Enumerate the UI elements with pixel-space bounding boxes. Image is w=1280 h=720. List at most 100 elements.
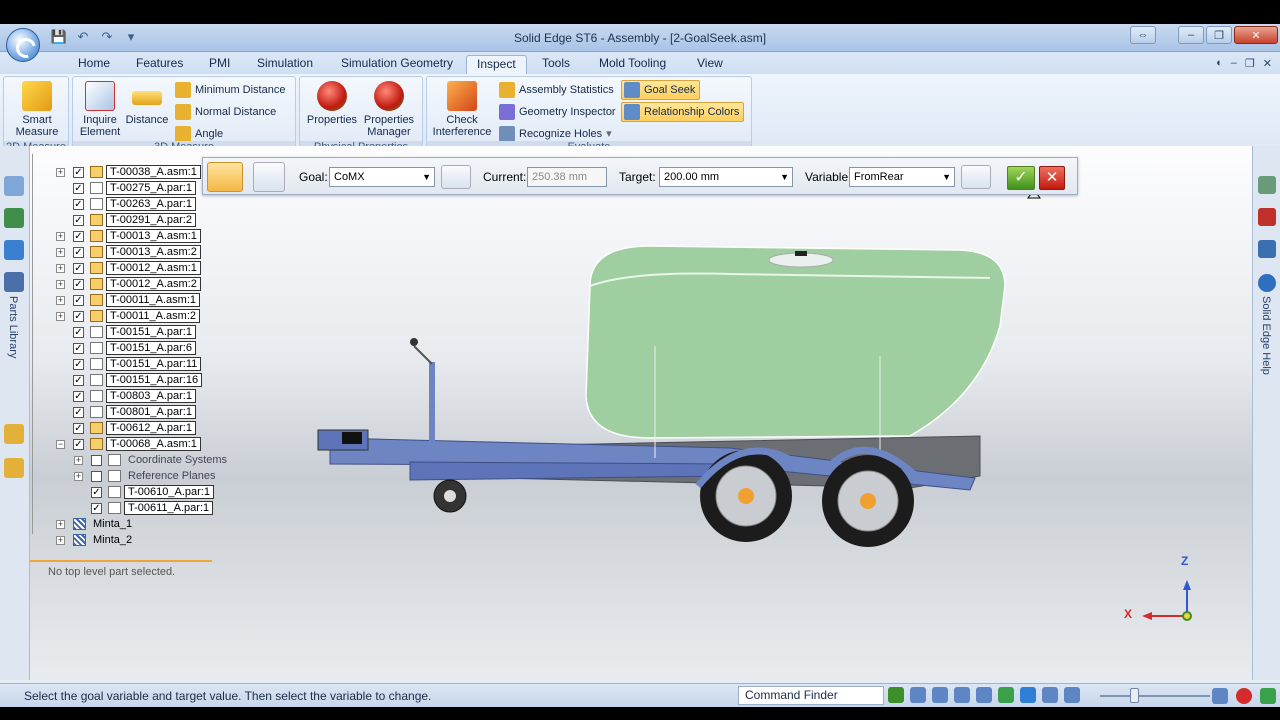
tree-row[interactable]: ✓ T-00610_A.par:1 xyxy=(74,484,214,500)
goal-dropdown[interactable]: CoMX ▼ xyxy=(329,167,435,187)
doc-restore-icon[interactable]: ❐ xyxy=(1245,57,1255,70)
tree-row[interactable]: + Minta_2 xyxy=(56,532,136,548)
tree-row[interactable]: ✓ T-00801_A.par:1 xyxy=(56,404,196,420)
help-icon[interactable] xyxy=(1258,274,1276,292)
solid-edge-help-label[interactable]: Solid Edge Help xyxy=(1260,296,1272,375)
layers-tab-icon[interactable] xyxy=(4,208,24,228)
display-checkbox[interactable]: ✓ xyxy=(73,294,84,306)
rotate-icon[interactable] xyxy=(998,687,1014,703)
maximize-button[interactable]: ❐ xyxy=(1206,26,1232,44)
display-checkbox[interactable]: ✓ xyxy=(73,438,84,450)
tree-row[interactable]: + Coordinate Systems xyxy=(74,452,231,468)
expand-toggle[interactable]: + xyxy=(74,471,83,481)
accept-button[interactable]: ✓ xyxy=(1007,166,1035,190)
tab-view[interactable]: View xyxy=(695,55,725,74)
relationship-colors-button[interactable]: Relationship Colors xyxy=(621,102,745,122)
expand-toggle[interactable]: + xyxy=(56,231,65,241)
tree-row[interactable]: ✓ T-00151_A.par:16 xyxy=(56,372,203,388)
tree-row[interactable]: + ✓ T-00011_A.asm:2 xyxy=(56,308,201,324)
normal-distance-button[interactable]: Normal Distance xyxy=(175,102,276,122)
zoom-out-icon[interactable] xyxy=(1064,687,1080,703)
tree-row[interactable]: − ✓ T-00068_A.asm:1 xyxy=(56,436,201,452)
properties-button[interactable]: Properties xyxy=(304,81,360,126)
application-button[interactable] xyxy=(6,28,40,62)
tree-row[interactable]: ✓ T-00612_A.par:1 xyxy=(56,420,196,436)
display-checkbox[interactable]: ✓ xyxy=(73,278,84,290)
tree-row[interactable]: + ✓ T-00012_A.asm:2 xyxy=(56,276,201,292)
display-checkbox[interactable]: ✓ xyxy=(73,406,84,418)
tree-row[interactable]: + Minta_1 xyxy=(56,516,136,532)
tab-inspect[interactable]: Inspect xyxy=(466,55,527,74)
tree-row[interactable]: + ✓ T-00013_A.asm:1 xyxy=(56,228,201,244)
tree-row[interactable]: + ✓ T-00011_A.asm:1 xyxy=(56,292,201,308)
tab-pmi[interactable]: PMI xyxy=(207,55,232,74)
view-orientation-icon[interactable] xyxy=(1020,687,1036,703)
doc-close-icon[interactable]: ✕ xyxy=(1263,57,1272,70)
zoom-area-icon[interactable] xyxy=(910,687,926,703)
tree-row[interactable]: ✓ T-00291_A.par:2 xyxy=(56,212,196,228)
assembly-statistics-button[interactable]: Assembly Statistics xyxy=(499,80,614,100)
community-icon[interactable] xyxy=(1258,240,1276,258)
zoom-slider-thumb[interactable] xyxy=(1130,688,1139,703)
alternate-assemblies-icon[interactable] xyxy=(4,458,24,478)
goal-seek-button[interactable]: Goal Seek xyxy=(621,80,701,100)
pan-icon[interactable] xyxy=(976,687,992,703)
expand-toggle[interactable]: + xyxy=(56,263,65,273)
variable-dropdown[interactable]: FromRear ▼ xyxy=(849,167,955,187)
display-checkbox[interactable]: ✓ xyxy=(91,502,102,514)
tab-simulation[interactable]: Simulation xyxy=(255,55,315,74)
tree-row[interactable]: ✓ T-00263_A.par:1 xyxy=(56,196,196,212)
display-checkbox[interactable]: ✓ xyxy=(73,182,84,194)
tree-scrollbar[interactable] xyxy=(32,154,44,534)
tab-features[interactable]: Features xyxy=(134,55,185,74)
expand-toggle[interactable]: − xyxy=(56,439,65,449)
tree-row[interactable]: ✓ T-00611_A.par:1 xyxy=(74,500,214,516)
sketch-view-icon[interactable] xyxy=(1042,687,1058,703)
target-value-field[interactable]: 200.00 mm ▼ xyxy=(659,167,793,187)
goal-seek-step-icon[interactable] xyxy=(207,162,243,192)
distance-button[interactable]: Distance xyxy=(123,81,171,126)
tree-row[interactable]: ✓ T-00803_A.par:1 xyxy=(56,388,196,404)
display-checkbox[interactable]: ✓ xyxy=(73,166,84,178)
display-checkbox[interactable]: ✓ xyxy=(73,374,84,386)
display-checkbox[interactable]: ✓ xyxy=(73,310,84,322)
expand-toggle[interactable]: + xyxy=(56,311,65,321)
check-interference-button[interactable]: Check Interference xyxy=(429,81,495,138)
tab-simulation-geometry[interactable]: Simulation Geometry xyxy=(339,55,455,74)
youtube-icon[interactable] xyxy=(1258,208,1276,226)
options-icon[interactable] xyxy=(253,162,285,192)
expand-toggle[interactable]: + xyxy=(56,167,65,177)
expand-toggle[interactable]: + xyxy=(74,455,83,465)
parts-library-label[interactable]: Parts Library xyxy=(7,296,19,358)
tree-row[interactable]: + ✓ T-00013_A.asm:2 xyxy=(56,244,201,260)
tree-row[interactable]: ✓ T-00151_A.par:1 xyxy=(56,324,196,340)
select-goal-icon[interactable] xyxy=(441,165,471,189)
family-of-assemblies-icon[interactable] xyxy=(4,424,24,444)
media-icon[interactable] xyxy=(1258,176,1276,194)
display-checkbox[interactable]: ✓ xyxy=(73,358,84,370)
inquire-element-button[interactable]: Inquire Element xyxy=(77,81,123,138)
display-checkbox[interactable]: ✓ xyxy=(73,198,84,210)
fit-icon[interactable] xyxy=(954,687,970,703)
display-checkbox[interactable]: ✓ xyxy=(73,246,84,258)
display-checkbox[interactable] xyxy=(91,454,102,466)
graphics-window[interactable]: Z X xyxy=(30,146,1252,680)
select-variable-icon[interactable] xyxy=(961,165,991,189)
parts-library-tab-icon[interactable] xyxy=(4,272,24,292)
display-checkbox[interactable] xyxy=(91,470,102,482)
geometry-inspector-button[interactable]: Geometry Inspector xyxy=(499,102,616,122)
expand-toggle[interactable]: + xyxy=(56,535,65,545)
display-checkbox[interactable]: ✓ xyxy=(73,214,84,226)
properties-manager-button[interactable]: Properties Manager xyxy=(360,81,418,138)
zoom-icon[interactable] xyxy=(932,687,948,703)
tree-row[interactable]: ✓ T-00151_A.par:6 xyxy=(56,340,196,356)
expand-icon[interactable] xyxy=(1260,688,1276,704)
display-checkbox[interactable]: ✓ xyxy=(73,326,84,338)
minimum-distance-button[interactable]: Minimum Distance xyxy=(175,80,285,100)
smart-measure-button[interactable]: Smart Measure xyxy=(12,81,62,138)
feature-library-tab-icon[interactable] xyxy=(4,240,24,260)
cancel-button[interactable]: ✕ xyxy=(1039,166,1065,190)
zoom-slider-track[interactable] xyxy=(1100,695,1210,697)
zoom-in-icon[interactable] xyxy=(1212,688,1228,704)
expand-toggle[interactable]: + xyxy=(56,519,65,529)
